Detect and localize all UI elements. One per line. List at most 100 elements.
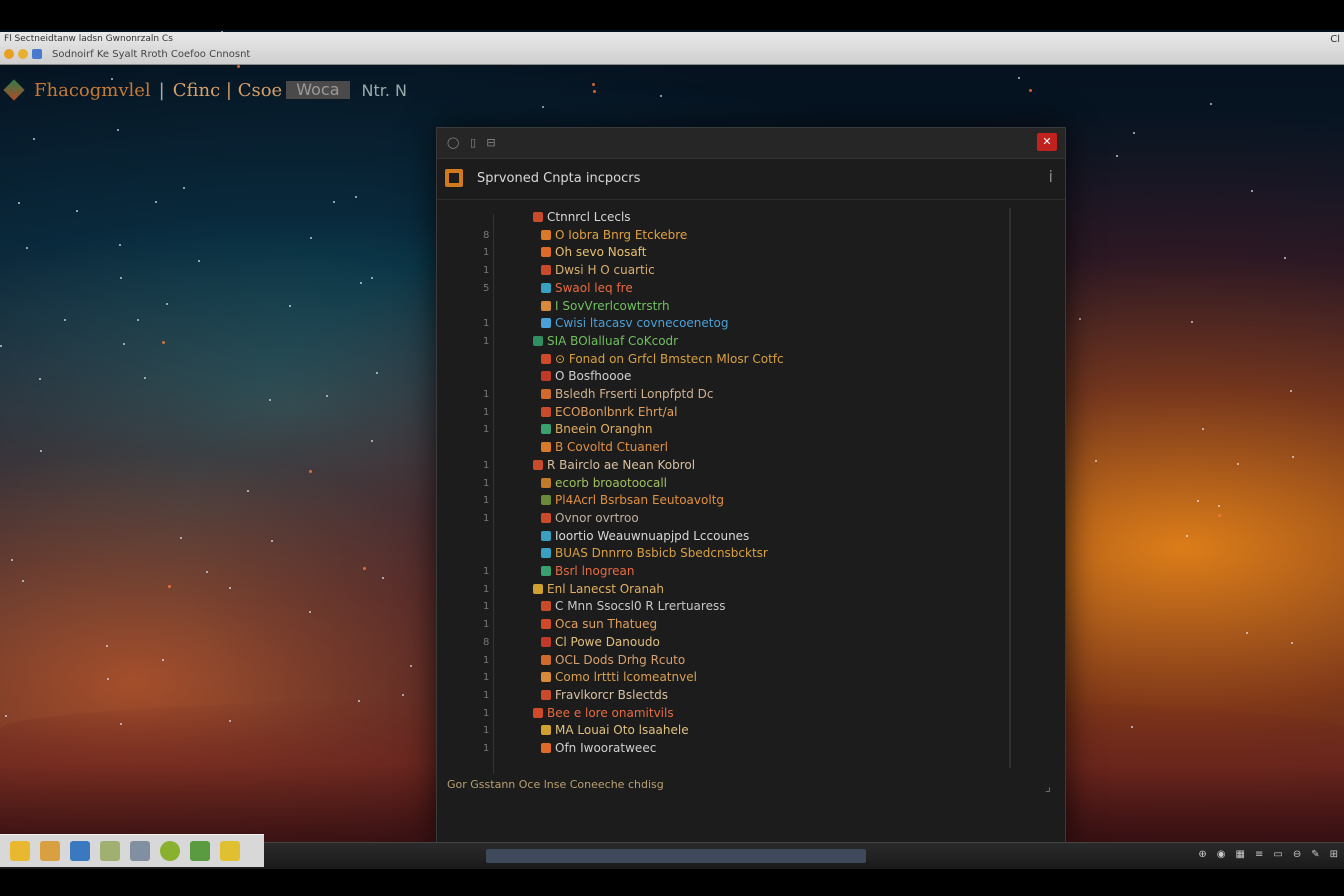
list-item[interactable]: Ioortio Weauwnuapjpd Lccounes: [541, 528, 749, 544]
item-icon: [533, 707, 543, 718]
item-label: Ofn Iwooratweec: [555, 741, 657, 755]
line-number: 1: [483, 495, 490, 507]
forward-icon[interactable]: [18, 49, 28, 59]
item-icon: [541, 282, 551, 293]
list-item[interactable]: Cwisi ltacasv covnecoenetog: [541, 315, 728, 331]
item-label: Fravlkorcr Bslectds: [555, 687, 669, 702]
close-button[interactable]: ✕: [1037, 133, 1057, 151]
list-item[interactable]: Pl4Acrl Bsrbsan Eeutoavoltg: [541, 492, 724, 508]
tray-icon[interactable]: ▦: [1236, 849, 1245, 860]
list-item[interactable]: Oh sevo Nosaft: [541, 244, 646, 260]
list-item[interactable]: Bneein Oranghn: [541, 421, 653, 437]
taskbar-active-task[interactable]: [486, 849, 866, 863]
window-circle-button[interactable]: ◯: [447, 137, 459, 149]
star: [18, 201, 21, 204]
tray-icon[interactable]: ◉: [1217, 849, 1226, 860]
item-label: SIA BOlalluaf CoKcodr: [547, 333, 679, 348]
start-icon[interactable]: [10, 841, 30, 861]
globe-icon[interactable]: [160, 841, 180, 861]
list-item[interactable]: Dwsi H O cuartic: [541, 262, 655, 278]
item-label: Ovnor ovrtroo: [555, 510, 639, 525]
tray-icon[interactable]: ⊖: [1293, 849, 1301, 860]
list-item[interactable]: Bee e lore onamitvils: [533, 705, 674, 721]
star: [268, 399, 271, 402]
info-icon[interactable]: i: [1049, 167, 1053, 186]
list-item[interactable]: Ctnnrcl Lcecls: [533, 209, 631, 225]
star: [1201, 427, 1204, 430]
list-item[interactable]: O Bosfhoooe: [541, 368, 631, 384]
address-bar[interactable]: Sodnoirf Ke Syalt Rroth Coefoo Cnnosnt: [52, 49, 250, 60]
tray-icon[interactable]: ▭: [1273, 849, 1282, 860]
list-item[interactable]: Como lrttti lcomeatnvel: [541, 669, 697, 685]
list-item[interactable]: B Covoltd Ctuanerl: [541, 439, 668, 455]
item-label: Bee e lore onamitvils: [547, 705, 674, 720]
star: [76, 209, 79, 212]
network-icon[interactable]: [130, 841, 150, 861]
item-label: Oca sun Thatueg: [555, 617, 658, 632]
list-item[interactable]: Oca sun Thatueg: [541, 616, 657, 632]
item-icon: [541, 389, 551, 399]
item-label: C Mnn Ssocsl0 R Lrertuaress: [555, 599, 726, 614]
list-item[interactable]: O Iobra Bnrg Etckebre: [541, 227, 687, 243]
window-restore-button[interactable]: ▯: [467, 137, 479, 149]
list-item[interactable]: ecorb broaotoocall: [541, 475, 667, 491]
item-icon: [533, 212, 543, 222]
list-item[interactable]: SIA BOlalluaf CoKcodr: [533, 333, 678, 349]
item-label: Bneein Oranghn: [555, 422, 653, 437]
scrollbar[interactable]: [1009, 208, 1011, 768]
list-item[interactable]: I SovVrerlcowtrstrh: [541, 298, 670, 314]
list-item[interactable]: Cl Powe Danoudo: [541, 634, 660, 650]
star: [229, 719, 231, 722]
browser-menu[interactable]: Fl Sectneidtanw ladsn Gwnonrzaln Cs: [4, 34, 173, 44]
star: [38, 377, 41, 380]
star: [1185, 535, 1188, 538]
explorer-icon[interactable]: [70, 841, 90, 861]
tray-icon[interactable]: ⊞: [1330, 849, 1338, 860]
window-menu-button[interactable]: ⊟: [485, 137, 497, 149]
list-item[interactable]: Ovnor ovrtroo: [541, 510, 639, 526]
notes-icon[interactable]: [220, 841, 240, 861]
star: [591, 82, 595, 86]
refresh-icon[interactable]: [32, 49, 42, 59]
star: [1289, 390, 1292, 393]
line-number: 1: [483, 583, 490, 595]
back-icon[interactable]: [4, 49, 14, 59]
list-item[interactable]: OCL Dods Drhg Rcuto: [541, 652, 685, 668]
tools-icon[interactable]: [100, 841, 120, 861]
component-window: ◯ ▯ ⊟ ✕ Sprvoned Cnpta incpocrs i Ctnnrc…: [436, 127, 1066, 844]
list-item[interactable]: R Bairclo ae Nean Kobrol: [533, 457, 695, 473]
line-number: 1: [483, 725, 490, 737]
list-item[interactable]: Bsledh Frserti Lonpfptd Dc: [541, 386, 713, 402]
list-item[interactable]: C Mnn Ssocsl0 R Lrertuaress: [541, 598, 725, 614]
tray-icon[interactable]: ⊕: [1198, 849, 1206, 860]
item-icon: [533, 459, 543, 470]
line-number: 8: [483, 636, 490, 648]
item-icon: [541, 353, 551, 364]
star: [247, 490, 250, 493]
star: [360, 281, 363, 284]
list-item[interactable]: ⊙ Fonad on Grfcl Bmstecn Mlosr Cotfc: [541, 351, 784, 367]
item-icon: [541, 725, 551, 736]
star: [1291, 642, 1294, 645]
list-item[interactable]: Bsrl lnogrean: [541, 563, 634, 579]
resize-handle-icon[interactable]: ⌟: [1045, 780, 1051, 795]
list-item[interactable]: BUAS Dnnrro Bsbicb Sbedcnsbcktsr: [541, 545, 768, 561]
list-item[interactable]: Enl Lanecst Oranah: [533, 581, 664, 597]
list-item[interactable]: MA Louai Oto lsaahele: [541, 722, 689, 738]
tray-icon[interactable]: ✎: [1311, 849, 1319, 860]
star: [0, 345, 3, 348]
line-number: 1: [483, 619, 490, 631]
star: [107, 678, 110, 681]
tray-icon[interactable]: ≡: [1255, 849, 1263, 860]
list-item[interactable]: Swaol leq fre: [541, 280, 633, 296]
list-item[interactable]: Fravlkorcr Bslectds: [541, 687, 668, 703]
folder-icon[interactable]: [40, 841, 60, 861]
item-label: Bsledh Frserti Lonpfptd Dc: [555, 387, 714, 401]
header-tag[interactable]: Woca: [286, 81, 350, 99]
star: [168, 585, 172, 589]
leaf-icon[interactable]: [190, 841, 210, 861]
list-item[interactable]: Ofn Iwooratweec: [541, 740, 656, 756]
list-item[interactable]: ECOBonlbnrk Ehrt/al: [541, 404, 677, 420]
item-label: MA Louai Oto lsaahele: [555, 723, 689, 738]
star: [162, 340, 166, 344]
